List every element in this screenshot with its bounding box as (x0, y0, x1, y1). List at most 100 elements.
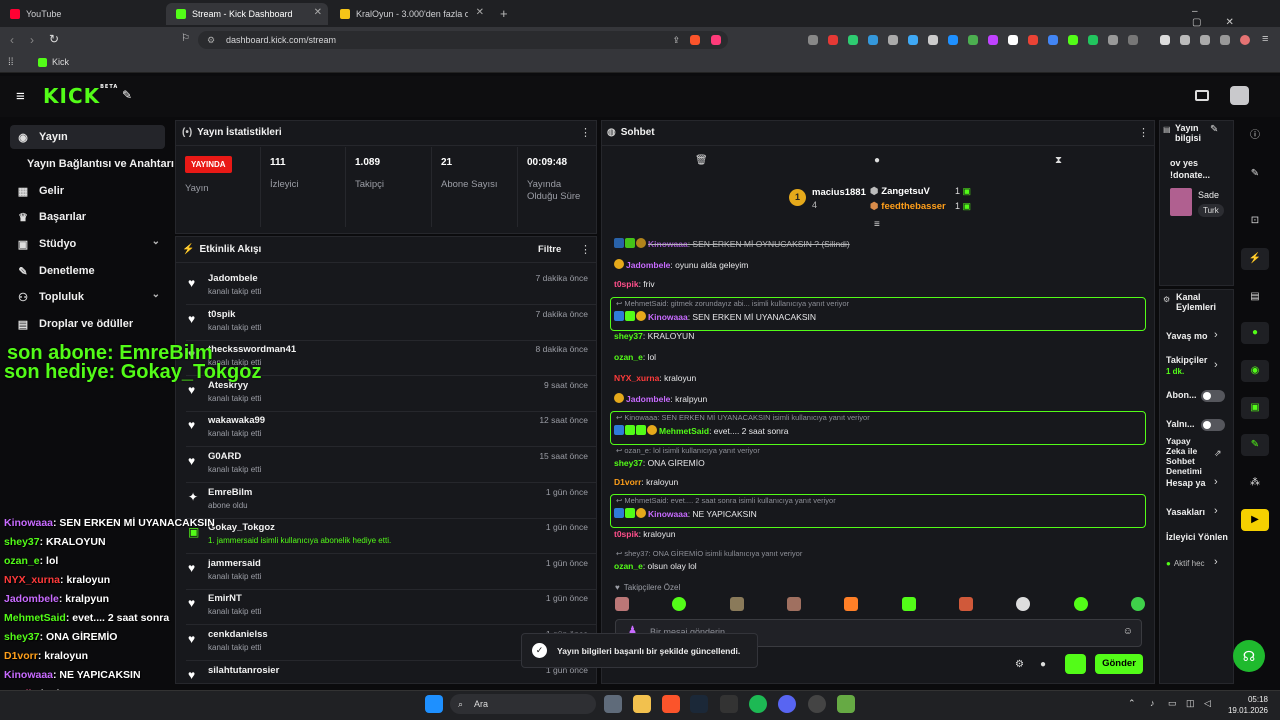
chat-message[interactable]: t0spik: kraloyun (614, 529, 675, 539)
edit-icon[interactable]: ✎ (1241, 163, 1269, 185)
extension-icon[interactable] (968, 35, 978, 45)
chat-message[interactable]: Kinowaaa: SEN ERKEN Mİ OYNUCAKSIN ? (Sil… (614, 238, 850, 249)
emote-icon[interactable] (786, 597, 801, 611)
chat-username[interactable]: ozan_e (614, 352, 643, 362)
quick-actions-icon[interactable]: ⚡ (1241, 248, 1269, 270)
chat-username[interactable]: NYX_xurna (614, 373, 659, 383)
brave-icon[interactable] (662, 695, 680, 713)
broadcast-icon[interactable]: ◉ (1241, 360, 1269, 382)
chat-username[interactable]: Kinowaaa (648, 239, 688, 249)
chevron-right-icon[interactable]: › (1214, 505, 1218, 517)
edit-icon[interactable]: ✎ (1210, 124, 1218, 135)
chevron-right-icon[interactable]: › (1214, 359, 1218, 371)
chat-message[interactable]: Jadombele: oyunu alda geleyim (614, 259, 748, 270)
kick-logo[interactable]: KICKBETA (43, 84, 118, 108)
chat-message[interactable]: Kinowaaa: SEN ERKEN Mİ UYANACAKSIN (614, 311, 816, 322)
sidebar-toggle-icon[interactable] (1160, 35, 1170, 45)
mic-icon[interactable]: ♪ (1150, 698, 1155, 708)
epic-games-icon[interactable] (720, 695, 738, 713)
chat-username[interactable]: MehmetSaid (659, 426, 709, 436)
apps-icon[interactable]: ⁞⁞ (8, 57, 14, 68)
bookmark-kick[interactable]: Kick (38, 57, 69, 67)
hourglass-icon[interactable]: ⧗ (1055, 155, 1062, 166)
vpn-icon[interactable] (1220, 35, 1230, 45)
nav-topluluk[interactable]: ⚇ Topluluk ⌄ (10, 285, 170, 309)
tab-youtube[interactable]: YouTube (0, 3, 165, 25)
profile-icon[interactable] (1240, 35, 1250, 45)
chat-username[interactable]: Jadombele (626, 394, 670, 404)
chat-message[interactable]: ozan_e: lol (614, 352, 656, 362)
extension-icon[interactable] (1028, 35, 1038, 45)
windows-start-icon[interactable] (425, 695, 443, 713)
event-row[interactable]: ▣ Gokay_Tokgoz 1. jammersaid isimli kullan… (186, 519, 596, 555)
event-row[interactable]: ♥ jammersaid kanalı takip etti 1 gün önce (186, 555, 596, 590)
emote-icon[interactable] (1130, 597, 1145, 611)
file-explorer-icon[interactable] (633, 695, 651, 713)
external-link-icon[interactable]: ⇗ (1214, 448, 1222, 459)
chat-message[interactable]: Kinowaaa: NE YAPICAKSIN (614, 508, 757, 519)
emote-icon[interactable] (1073, 597, 1088, 611)
chat-username[interactable]: ozan_e (614, 561, 643, 571)
chat-username[interactable]: D1vorr (614, 477, 641, 487)
menu-icon[interactable]: ≡ (1262, 33, 1268, 45)
steam-icon[interactable] (690, 695, 708, 713)
extension-icon[interactable] (908, 35, 918, 45)
window-controls[interactable]: –▢✕ (1192, 6, 1280, 28)
forward-icon[interactable]: › (30, 33, 34, 47)
obs-icon[interactable] (808, 695, 826, 713)
nav-basarilar[interactable]: ♛ Başarılar (10, 205, 170, 229)
chat-username[interactable]: shey37 (614, 458, 643, 468)
tag-chip[interactable]: Turk (1198, 204, 1224, 217)
extension-icon[interactable] (808, 35, 818, 45)
emote-icon[interactable] (615, 597, 629, 611)
hamburger-icon[interactable]: ≡ (16, 88, 25, 105)
chevron-right-icon[interactable]: › (1214, 476, 1218, 488)
kick-chat-icon[interactable] (1065, 654, 1086, 674)
event-row[interactable]: ✦ EmreBilm abone oldu 1 gün önce (186, 484, 596, 519)
brave-rewards-icon[interactable] (711, 35, 721, 45)
chat-message[interactable]: t0spik: friv (614, 279, 655, 289)
settings-icon[interactable]: ⚙ (1015, 659, 1024, 670)
extension-icon[interactable] (848, 35, 858, 45)
emoji-icon[interactable]: ☺ (1123, 626, 1133, 637)
chat-message[interactable]: D1vorr: kraloyun (614, 477, 678, 487)
more-icon[interactable]: ⋮ (1138, 126, 1149, 139)
wrench-icon[interactable]: ✎ (1241, 434, 1269, 456)
nav-yayin[interactable]: ◉ Yayın (10, 125, 165, 149)
chat-panel-icon[interactable]: ● (1241, 322, 1269, 344)
more-icon[interactable]: ⋮ (580, 243, 591, 256)
category-thumbnail[interactable] (1170, 188, 1192, 216)
extension-icon[interactable] (948, 35, 958, 45)
chat-message[interactable]: Jadombele: kralpyun (614, 393, 707, 404)
extension-icon[interactable] (828, 35, 838, 45)
bookmark-icon[interactable]: ⚐ (181, 33, 190, 44)
event-row[interactable]: ♥ wakawaka99 kanalı takip etti 12 saat önce (186, 412, 596, 448)
trash-icon[interactable]: 🗑 (695, 155, 708, 166)
chevron-right-icon[interactable]: › (1214, 329, 1218, 341)
task-view-icon[interactable] (604, 695, 622, 713)
spotify-icon[interactable] (749, 695, 767, 713)
tab-kraloyun[interactable]: KralOyun - 3.000'den fazla online ✕ (330, 3, 490, 25)
tab-kick-dashboard[interactable]: Stream - Kick Dashboard ✕ (166, 3, 328, 25)
emote-icon[interactable] (958, 597, 973, 611)
new-tab-button[interactable]: + (500, 6, 508, 21)
chat-message[interactable]: shey37: KRALOYUN (614, 331, 694, 341)
more-icon[interactable]: ⋮ (580, 126, 591, 139)
extension-icon[interactable] (1108, 35, 1118, 45)
emote-icon[interactable] (844, 597, 859, 611)
share-icon[interactable]: ⇪ (672, 31, 680, 49)
extension-icon[interactable] (928, 35, 938, 45)
nav-yayin-baglantisi[interactable]: Yayın Bağlantısı ve Anahtarı (20, 152, 180, 176)
chat-username[interactable]: Jadombele (626, 260, 670, 270)
extension-icon[interactable] (868, 35, 878, 45)
app-icon[interactable] (837, 695, 855, 713)
emote-icon[interactable] (729, 597, 744, 611)
chat-bubble-icon[interactable]: ● (874, 155, 880, 166)
close-icon[interactable]: ✕ (314, 7, 322, 18)
extension-icon[interactable] (888, 35, 898, 45)
extension-icon[interactable] (1048, 35, 1058, 45)
notes-icon[interactable]: ▤ (1241, 286, 1269, 308)
reload-icon[interactable]: ↻ (49, 32, 59, 46)
address-bar[interactable]: ⚙ dashboard.kick.com/stream ⇪ (198, 31, 728, 49)
expand-icon[interactable]: ≡ (874, 219, 880, 230)
